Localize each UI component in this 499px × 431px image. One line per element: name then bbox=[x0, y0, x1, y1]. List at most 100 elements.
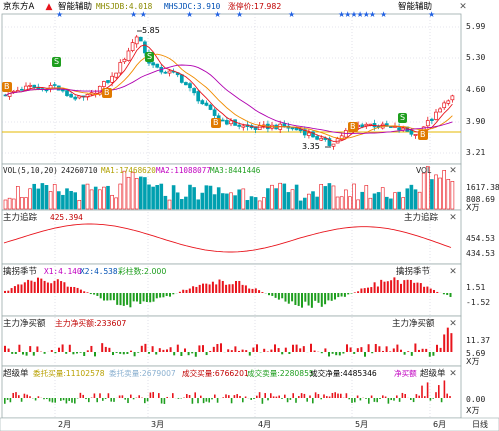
zljmr-bar bbox=[140, 345, 143, 352]
zljmr-bar bbox=[241, 349, 244, 352]
zljmr-bar bbox=[428, 352, 431, 357]
sell-signal-badge[interactable]: S bbox=[145, 52, 155, 62]
cjd-bar bbox=[261, 398, 264, 404]
bzjj-bar bbox=[244, 285, 247, 293]
zlzz-title[interactable]: 主力追踪 bbox=[3, 212, 37, 224]
vol-title[interactable]: VOL(5,10,20) bbox=[3, 165, 58, 177]
buy-signal-badge[interactable]: B bbox=[418, 130, 428, 140]
zljmr-bar bbox=[144, 343, 147, 352]
cjd-title[interactable]: 超级单 bbox=[3, 368, 29, 380]
bzjj-bar bbox=[423, 286, 426, 293]
candle-body bbox=[200, 100, 205, 105]
bzjj-bar bbox=[10, 288, 13, 293]
buy-signal-badge[interactable]: B bbox=[211, 118, 221, 128]
stock-name[interactable]: 京东方A bbox=[3, 1, 34, 13]
close-icon[interactable]: ✕ bbox=[448, 267, 458, 277]
assist-toggle-right[interactable]: 智能辅助 bbox=[398, 1, 432, 13]
cjd-bar bbox=[303, 393, 306, 398]
cjd-bar bbox=[88, 398, 90, 403]
cjd-bar bbox=[356, 395, 359, 398]
zljmr-bar bbox=[320, 352, 323, 354]
volume-bar bbox=[348, 196, 352, 210]
zljmr-bar bbox=[256, 344, 258, 352]
bzjj-bar bbox=[112, 293, 115, 301]
close-icon[interactable]: ✕ bbox=[448, 319, 458, 329]
star-marker-icon: ★★★★★★ bbox=[338, 10, 376, 19]
candle-body bbox=[184, 82, 188, 86]
bzjj-bar bbox=[205, 283, 208, 293]
volume-bar bbox=[327, 183, 332, 210]
volume-bar bbox=[196, 199, 200, 210]
cjd-bar bbox=[326, 396, 328, 398]
volume-bar bbox=[331, 185, 336, 210]
volume-bar bbox=[360, 191, 365, 210]
volume-bar bbox=[409, 184, 414, 210]
month-label: 2月 bbox=[58, 420, 72, 429]
cjd-bar bbox=[286, 398, 289, 403]
bzjj-bar bbox=[429, 288, 432, 293]
cjd-bar bbox=[149, 392, 152, 398]
bzjj-bar bbox=[426, 286, 429, 293]
volume-bar bbox=[286, 192, 291, 210]
period-selector[interactable]: 日线 bbox=[472, 420, 488, 430]
sort-icon[interactable]: ▲ bbox=[44, 2, 54, 12]
buy-signal-badge[interactable]: B bbox=[2, 82, 12, 92]
candle-body bbox=[220, 119, 225, 122]
zljmr-title[interactable]: 主力净买额 bbox=[3, 318, 46, 330]
bzjj-bar bbox=[327, 293, 330, 301]
close-icon[interactable]: ✕ bbox=[448, 166, 458, 176]
zljmr-bar bbox=[155, 352, 158, 355]
candle-body bbox=[315, 136, 319, 140]
close-icon[interactable]: ✕ bbox=[448, 369, 458, 379]
bzjj-bar bbox=[142, 293, 145, 302]
candle-body bbox=[204, 102, 209, 106]
star-marker-icon: ★ bbox=[186, 10, 194, 19]
buy-signal-badge[interactable]: B bbox=[102, 88, 112, 98]
bzjj-bar bbox=[416, 282, 419, 293]
bzjj-bar bbox=[353, 292, 356, 293]
star-marker-icon: ★ bbox=[56, 10, 64, 19]
bzjj-bar bbox=[60, 281, 63, 293]
volume-bar bbox=[40, 183, 45, 210]
bzjj-bar bbox=[139, 293, 142, 304]
zljmr-bar bbox=[310, 343, 312, 352]
bzjj-bar bbox=[56, 279, 59, 293]
volume-bar bbox=[118, 183, 123, 210]
cjd-bar bbox=[258, 392, 261, 398]
cjd-bar bbox=[121, 395, 124, 398]
zljmr-bar bbox=[407, 351, 410, 352]
cjd-bar bbox=[68, 398, 70, 401]
cjd-bar bbox=[446, 393, 448, 398]
cjd-bar bbox=[188, 395, 191, 398]
bzjj-title[interactable]: 擒拐季节 bbox=[3, 266, 37, 278]
bzjj-bar bbox=[258, 290, 261, 293]
cjd-bar bbox=[18, 395, 20, 398]
bzjj-bar bbox=[76, 287, 79, 293]
zljmr-right-label: 主力净买额 bbox=[392, 319, 435, 329]
cjd-bar bbox=[292, 393, 294, 398]
sell-signal-badge[interactable]: S bbox=[52, 57, 62, 67]
zljmr-bar bbox=[130, 350, 132, 352]
bzjj-bar bbox=[396, 280, 399, 293]
cjd-bar bbox=[222, 397, 224, 398]
zljmr-bar bbox=[22, 352, 24, 355]
close-icon[interactable]: ✕ bbox=[448, 213, 458, 223]
zljmr-bar bbox=[202, 345, 204, 352]
bzjj-bar bbox=[208, 284, 211, 293]
sell-signal-badge[interactable]: S bbox=[398, 113, 408, 123]
candle-body bbox=[28, 85, 32, 87]
volume-bar bbox=[413, 189, 418, 210]
volume-bar bbox=[257, 200, 262, 210]
zljmr-bar bbox=[187, 352, 190, 356]
bzjj-bar bbox=[53, 280, 56, 293]
volume-bar bbox=[376, 192, 381, 210]
candle-body bbox=[257, 125, 262, 130]
bzjj-bar bbox=[70, 286, 72, 293]
bzjj-bar bbox=[413, 282, 416, 293]
close-icon[interactable]: ✕ bbox=[458, 2, 468, 12]
volume-bar bbox=[450, 181, 455, 210]
buy-signal-badge[interactable]: B bbox=[348, 122, 358, 132]
bzjj-right-label: 擒拐季节 bbox=[396, 267, 431, 277]
volume-bar bbox=[278, 182, 283, 210]
volume-bar bbox=[11, 198, 16, 210]
